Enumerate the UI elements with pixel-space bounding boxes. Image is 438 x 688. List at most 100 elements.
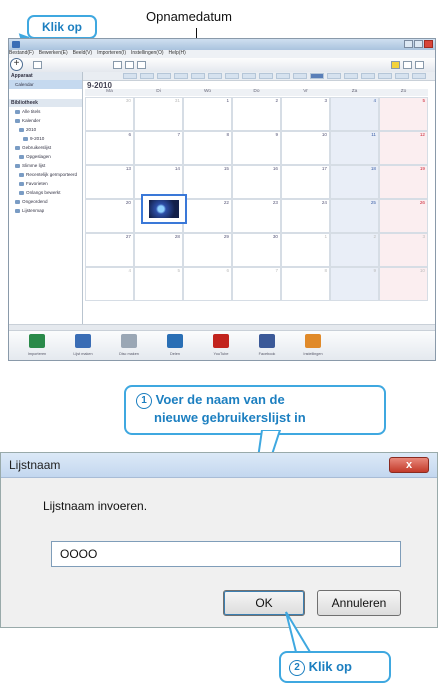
calendar-day-cell[interactable]: 19 bbox=[379, 165, 428, 199]
calendar-timeline-bar[interactable] bbox=[83, 72, 435, 81]
calendar-day-cell[interactable]: 1 bbox=[183, 97, 232, 131]
calendar-day-cell[interactable]: 8 bbox=[281, 267, 330, 301]
calendar-day-cell[interactable]: 3 bbox=[379, 233, 428, 267]
calendar-day-cell[interactable]: 20 bbox=[85, 199, 134, 233]
timeline-month-cell[interactable] bbox=[412, 73, 426, 79]
calendar-day-cell[interactable]: 8 bbox=[183, 131, 232, 165]
calendar-day-cell[interactable]: 18 bbox=[330, 165, 379, 199]
bottom-button[interactable]: Instellingen bbox=[293, 333, 333, 360]
sidebar-item[interactable]: Kalender bbox=[9, 116, 82, 125]
video-thumbnail[interactable] bbox=[141, 194, 187, 224]
bottom-button[interactable]: Lijst maken bbox=[63, 333, 103, 360]
calendar-day-cell[interactable]: 11 bbox=[330, 131, 379, 165]
calendar-day-cell[interactable]: 6 bbox=[183, 267, 232, 301]
calendar-day-cell[interactable]: 15 bbox=[183, 165, 232, 199]
dialog-close-button[interactable]: x bbox=[389, 457, 429, 473]
sidebar-item[interactable]: Recentelijk geïmporteerd bbox=[9, 170, 82, 179]
calendar-day-cell[interactable]: 30 bbox=[85, 97, 134, 131]
calendar-day-cell[interactable]: 5 bbox=[134, 267, 183, 301]
maximize-button[interactable] bbox=[414, 40, 423, 48]
calendar-day-cell[interactable]: 2 bbox=[330, 233, 379, 267]
timeline-month-cell[interactable] bbox=[378, 73, 392, 79]
timeline-month-cell[interactable] bbox=[327, 73, 341, 79]
sidebar-item[interactable]: Onlangs bewerkt bbox=[9, 188, 82, 197]
calendar-day-cell[interactable]: 9 bbox=[232, 131, 281, 165]
menu-item[interactable]: Bestand(F) bbox=[9, 50, 34, 56]
timeline-month-cell[interactable] bbox=[174, 73, 188, 79]
window-close-button[interactable] bbox=[424, 40, 433, 48]
timeline-month-cell[interactable] bbox=[310, 73, 324, 79]
display-icon[interactable] bbox=[403, 61, 412, 69]
menu-item[interactable]: Beeld(V) bbox=[73, 50, 92, 56]
calendar-day-cell[interactable]: 2 bbox=[232, 97, 281, 131]
timeline-month-cell[interactable] bbox=[259, 73, 273, 79]
cancel-button[interactable]: Annuleren bbox=[317, 590, 401, 616]
calendar-day-cell[interactable]: 17 bbox=[281, 165, 330, 199]
calendar-day-cell[interactable]: 27 bbox=[85, 233, 134, 267]
calendar-day-cell[interactable]: 24 bbox=[281, 199, 330, 233]
sidebar-item[interactable]: Slimme lijst bbox=[9, 161, 82, 170]
calendar-day-cell[interactable]: 12 bbox=[379, 131, 428, 165]
calendar-day-cell[interactable]: 4 bbox=[330, 97, 379, 131]
bottom-button[interactable]: Facebook bbox=[247, 333, 287, 360]
bottom-button[interactable]: YouTube bbox=[201, 333, 241, 360]
calendar-day-cell[interactable]: 6 bbox=[85, 131, 134, 165]
calendar-day-cell[interactable]: 30 bbox=[232, 233, 281, 267]
settings-icon[interactable] bbox=[415, 61, 424, 69]
calendar-day-cell[interactable]: 7 bbox=[134, 131, 183, 165]
list-name-input[interactable] bbox=[51, 541, 401, 567]
timeline-month-cell[interactable] bbox=[140, 73, 154, 79]
menu-item[interactable]: Importeren(I) bbox=[97, 50, 126, 56]
calendar-day-cell[interactable]: 28 bbox=[134, 233, 183, 267]
calendar-day-cell[interactable]: 9 bbox=[330, 267, 379, 301]
sidebar-item[interactable]: Opgeslagen bbox=[9, 152, 82, 161]
calendar-day-cell[interactable]: 22 bbox=[183, 199, 232, 233]
timeline-month-cell[interactable] bbox=[361, 73, 375, 79]
calendar-day-cell[interactable]: 29 bbox=[183, 233, 232, 267]
calendar-day-cell[interactable]: 10 bbox=[281, 131, 330, 165]
bottom-button[interactable]: Delen bbox=[155, 333, 195, 360]
calendar-day-cell[interactable]: 31 bbox=[134, 97, 183, 131]
minimize-button[interactable] bbox=[404, 40, 413, 48]
timeline-month-cell[interactable] bbox=[191, 73, 205, 79]
view-grid-icon[interactable] bbox=[113, 61, 122, 69]
sidebar-item[interactable]: Ongeordend bbox=[9, 197, 82, 206]
sidebar-item[interactable]: 9-2010 bbox=[9, 134, 82, 143]
timeline-month-cell[interactable] bbox=[344, 73, 358, 79]
sidebar-item[interactable]: Gebruikerslijst bbox=[9, 143, 82, 152]
view-list-icon[interactable] bbox=[125, 61, 134, 69]
timeline-month-cell[interactable] bbox=[157, 73, 171, 79]
folder-icon[interactable] bbox=[391, 61, 400, 69]
calendar-day-cell[interactable]: 4 bbox=[85, 267, 134, 301]
timeline-month-cell[interactable] bbox=[208, 73, 222, 79]
timeline-month-cell[interactable] bbox=[123, 73, 137, 79]
calendar-day-cell[interactable]: 1 bbox=[281, 233, 330, 267]
calendar-day-cell[interactable]: 5 bbox=[379, 97, 428, 131]
timeline-month-cell[interactable] bbox=[395, 73, 409, 79]
bottom-button[interactable]: Importeren bbox=[17, 333, 57, 360]
calendar-day-cell[interactable]: 25 bbox=[330, 199, 379, 233]
calendar-day-cell[interactable]: 13 bbox=[85, 165, 134, 199]
calendar-day-cell[interactable]: 26 bbox=[379, 199, 428, 233]
sidebar-item[interactable]: 2010 bbox=[9, 125, 82, 134]
edit-icon[interactable] bbox=[33, 61, 42, 69]
timeline-month-cell[interactable] bbox=[242, 73, 256, 79]
sidebar-item-calendar[interactable]: Calendar bbox=[9, 80, 82, 89]
add-list-button[interactable]: + bbox=[10, 58, 23, 71]
calendar-day-cell[interactable]: 3 bbox=[281, 97, 330, 131]
calendar-day-cell[interactable]: 23 bbox=[232, 199, 281, 233]
menu-item[interactable]: Instellingen(O) bbox=[131, 50, 164, 56]
timeline-month-cell[interactable] bbox=[293, 73, 307, 79]
bottom-button[interactable]: Disc maken bbox=[109, 333, 149, 360]
calendar-day-cell[interactable]: 7 bbox=[232, 267, 281, 301]
calendar-day-cell[interactable]: 16 bbox=[232, 165, 281, 199]
timeline-month-cell[interactable] bbox=[276, 73, 290, 79]
sidebar-item[interactable]: Favorieten bbox=[9, 179, 82, 188]
menu-item[interactable]: Bewerken(E) bbox=[39, 50, 68, 56]
sidebar-item[interactable]: Alle titels bbox=[9, 107, 82, 116]
timeline-month-cell[interactable] bbox=[225, 73, 239, 79]
menu-item[interactable]: Help(H) bbox=[169, 50, 186, 56]
view-calendar-icon[interactable] bbox=[137, 61, 146, 69]
sidebar-item[interactable]: Lijstenmap bbox=[9, 206, 82, 215]
calendar-day-cell[interactable]: 10 bbox=[379, 267, 428, 301]
